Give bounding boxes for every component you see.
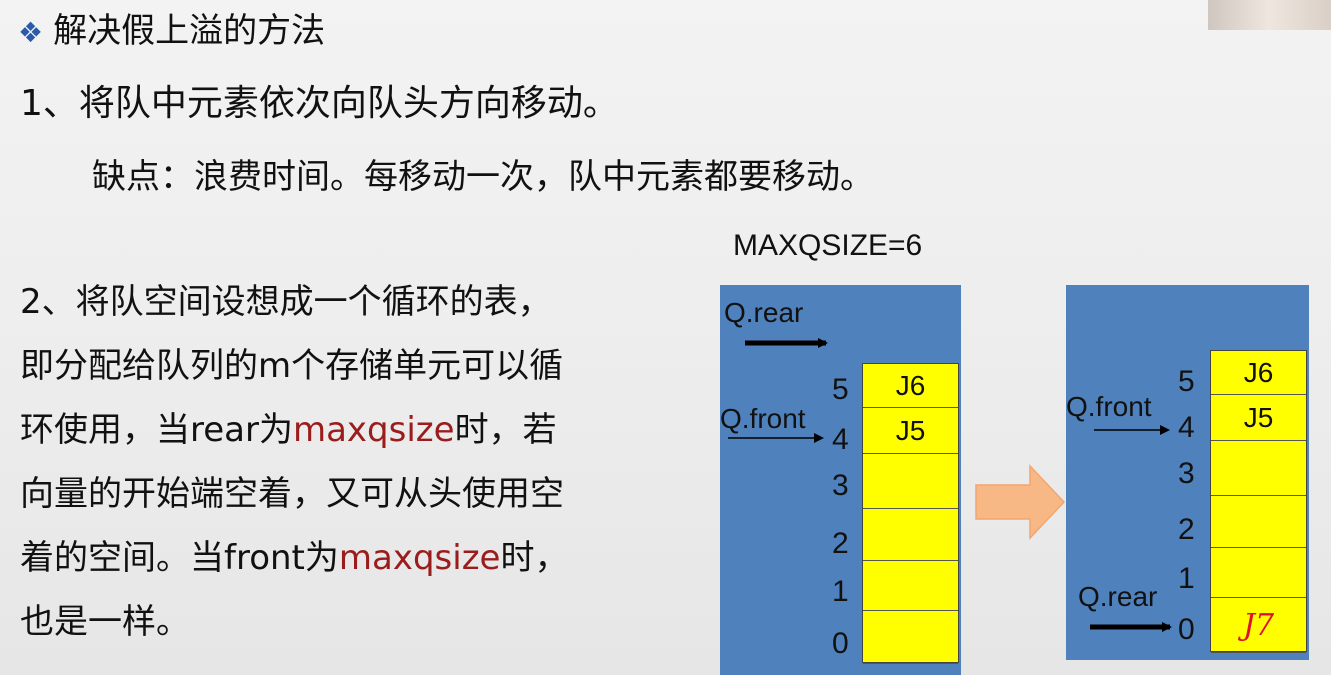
arrows-layer [728, 338, 1172, 632]
transition-arrow [975, 464, 1066, 540]
